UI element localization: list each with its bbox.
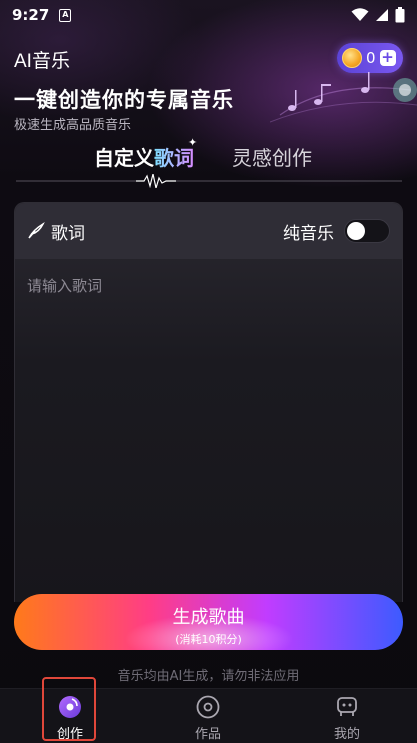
nav-item-me[interactable]: 我的 [307, 689, 387, 743]
tab-divider-waveform [16, 174, 402, 188]
active-nav-highlight [42, 677, 96, 741]
nav-item-works[interactable]: 作品 [168, 689, 248, 743]
status-time: 9:27 [12, 6, 50, 24]
notification-icon: A [59, 8, 72, 22]
generate-song-button[interactable]: 生成歌曲 (消耗10积分) [14, 594, 403, 650]
status-icons [351, 7, 405, 23]
status-bar: 9:27 A [0, 0, 417, 30]
vinyl-icon [196, 695, 220, 719]
hero-subtitle: 极速生成高品质音乐 [14, 118, 132, 133]
battery-icon [395, 7, 405, 23]
lyrics-label: 歌词 [51, 223, 85, 244]
toggle-knob [347, 222, 365, 240]
lyrics-editor-header: 歌词 纯音乐 [15, 203, 402, 259]
lyrics-editor-card: 歌词 纯音乐 [14, 202, 403, 602]
generate-cost-label: (消耗10积分) [175, 633, 242, 646]
nav-label-works: 作品 [194, 727, 221, 742]
lyrics-input[interactable] [27, 275, 390, 575]
tab-custom-label-part2: 歌词 [154, 146, 194, 170]
tab-custom-lyrics[interactable]: 自定义歌词 [94, 142, 194, 171]
pure-music-label: 纯音乐 [283, 223, 334, 244]
robot-face-icon [337, 697, 357, 716]
tab-custom-label-part1: 自定义 [94, 146, 154, 170]
app-title: AI音乐 [14, 51, 70, 72]
nav-label-me: 我的 [333, 727, 360, 742]
sparkle-icon: ✦ [188, 136, 198, 149]
generate-song-label: 生成歌曲 [172, 607, 245, 628]
music-notes-decoration [270, 72, 417, 123]
wifi-icon [351, 8, 369, 21]
pure-music-toggle[interactable] [344, 219, 390, 243]
signal-icon [376, 9, 388, 21]
quill-icon [28, 222, 45, 239]
tab-inspiration[interactable]: 灵感创作 [232, 142, 312, 171]
hero-title: 一键创造你的专属音乐 [14, 88, 234, 112]
